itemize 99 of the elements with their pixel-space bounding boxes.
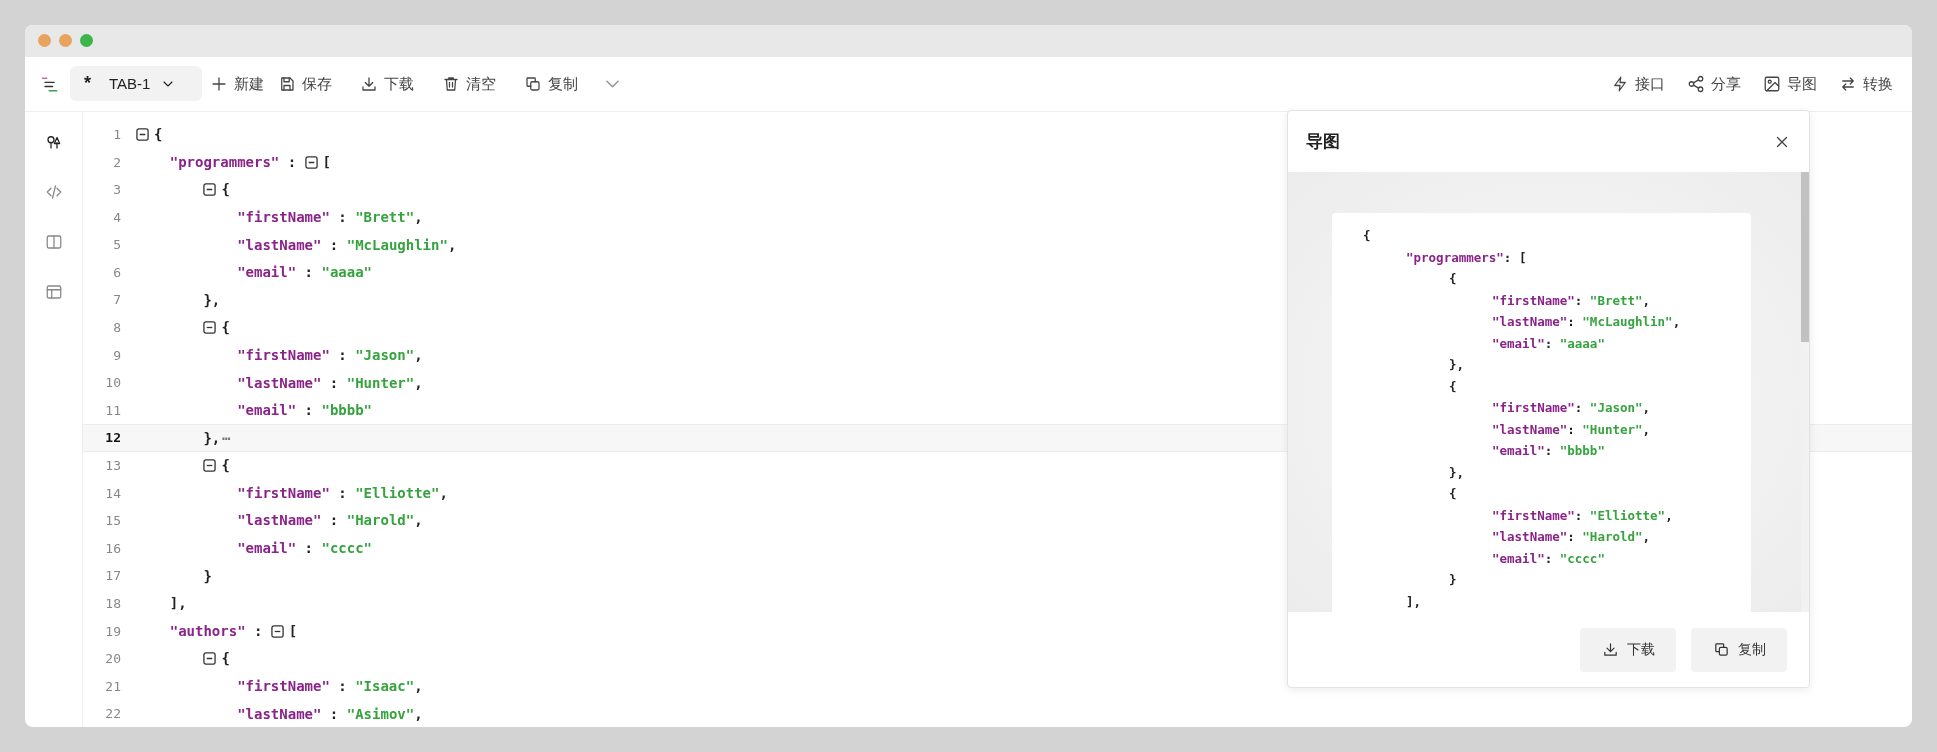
toolbar-button[interactable]: 新建 <box>206 66 274 101</box>
code-text: "programmers" : <box>169 152 298 172</box>
image-icon <box>1763 74 1781 93</box>
collapsed-marker[interactable]: ⋯ <box>222 427 231 449</box>
line-number: 6 <box>112 263 121 282</box>
code-text: "email" : "bbbb" <box>237 401 373 421</box>
code-text: { <box>221 456 230 476</box>
code-text: "firstName" : "Jason", <box>237 345 423 365</box>
line-number: 12 <box>104 429 121 448</box>
code-text: "firstName" : "Isaac", <box>237 677 423 697</box>
code-text: "email" : "aaaa" <box>237 263 373 283</box>
code-text: "email" : "cccc" <box>237 539 373 559</box>
code-text: "lastName": "Hunter", <box>1492 421 1651 437</box>
fold-toggle[interactable] <box>270 624 284 638</box>
line-number: 15 <box>104 512 121 531</box>
line-number: 9 <box>112 346 121 365</box>
toolbar-button[interactable]: 下载 <box>356 66 438 101</box>
code-text: { <box>154 125 163 145</box>
code-text: { <box>1449 486 1457 501</box>
code-text: }, <box>1449 464 1465 480</box>
fold-toggle[interactable] <box>203 459 217 473</box>
line-number: 4 <box>112 208 121 227</box>
fold-toggle[interactable] <box>203 321 217 335</box>
code-text: "email": "aaaa" <box>1492 335 1605 351</box>
fold-toggle[interactable] <box>203 652 217 666</box>
code-text: "lastName": "McLaughlin", <box>1492 314 1681 329</box>
save-icon <box>278 74 296 93</box>
code-text: { <box>1449 271 1457 286</box>
scrollbar[interactable] <box>1801 172 1809 612</box>
code-text: ], <box>169 594 187 614</box>
dialog-button[interactable]: 复制 <box>1691 627 1787 672</box>
toolbar-button[interactable]: 转换 <box>1835 66 1897 101</box>
toolbar-button[interactable]: 导图 <box>1759 66 1821 101</box>
code-text: "email": "bbbb" <box>1492 443 1605 458</box>
code-text: } <box>1449 572 1457 587</box>
line-number: 22 <box>104 705 121 724</box>
share-icon <box>1687 74 1705 93</box>
code-text: "firstName": "Brett", <box>1492 292 1651 308</box>
code-text: { <box>1449 378 1457 394</box>
toolbar-button[interactable]: 接口 <box>1607 66 1669 101</box>
caret-icon <box>606 79 619 88</box>
code-text: "lastName": "Harold", <box>1492 529 1651 544</box>
code-text: "email": "cccc" <box>1492 550 1605 566</box>
dialog-button[interactable]: 下载 <box>1580 627 1676 672</box>
toolbar-button[interactable]: 清空 <box>438 66 520 101</box>
fold-toggle[interactable] <box>203 183 217 197</box>
line-number: 11 <box>104 401 121 420</box>
code-text: "lastName" : "Asimov", <box>237 704 423 724</box>
code-text: "lastName" : "Hunter", <box>237 373 423 393</box>
fold-toggle[interactable] <box>136 128 149 142</box>
code-text: "firstName" : "Brett", <box>237 207 423 227</box>
code-text: "firstName": "Elliotte", <box>1492 507 1673 523</box>
trash-icon <box>442 74 460 93</box>
line-number: 13 <box>104 457 121 476</box>
columns-icon <box>44 232 63 251</box>
code-icon <box>44 182 63 201</box>
toolbar-button[interactable]: 分享 <box>1683 66 1745 101</box>
editor-tab[interactable]: * TAB-1 <box>70 66 202 102</box>
line-number: 17 <box>104 567 121 586</box>
code-text: "programmers": [ <box>1406 249 1527 265</box>
code-text: { <box>221 318 230 338</box>
code-text: }, <box>203 428 221 448</box>
dialog-title: 导图 <box>1306 130 1340 153</box>
line-number: 1 <box>112 125 121 144</box>
code-text: ], <box>1406 593 1422 609</box>
table-icon <box>44 282 63 301</box>
code-text: [ <box>322 152 331 172</box>
code-text: { <box>221 180 230 200</box>
fold-toggle[interactable] <box>304 155 318 169</box>
line-number: 19 <box>104 622 121 641</box>
toolbar-button[interactable]: 复制 <box>520 66 602 101</box>
line-number: 18 <box>104 595 121 613</box>
line-number: 20 <box>104 650 121 669</box>
code-text: }, <box>1449 357 1465 372</box>
line-number: 14 <box>104 484 121 503</box>
lightning-icon <box>1611 74 1629 93</box>
download-icon <box>1601 641 1619 658</box>
line-number: 5 <box>112 236 121 255</box>
code-text: [ <box>288 621 298 641</box>
line-number: 21 <box>104 677 121 696</box>
copy-icon <box>1712 641 1730 658</box>
swap-icon <box>1839 74 1857 93</box>
code-text: "lastName" : "Harold", <box>237 511 423 531</box>
line-number: 8 <box>112 319 121 338</box>
code-text: "firstName" : "Elliotte", <box>237 483 448 503</box>
code-text: { <box>221 649 230 669</box>
code-text: { <box>1363 228 1371 243</box>
line-number: 3 <box>112 181 121 200</box>
copy-icon <box>524 74 542 93</box>
code-text: }, <box>203 290 221 310</box>
line-number: 2 <box>112 153 121 172</box>
line-number: 16 <box>104 539 121 558</box>
code-text: "lastName" : "McLaughlin", <box>237 235 457 255</box>
line-number: 7 <box>112 291 121 310</box>
code-text: "firstName": "Jason", <box>1492 400 1651 415</box>
code-text: "authors" : <box>169 621 264 641</box>
code-text: } <box>203 566 212 586</box>
line-number: 10 <box>104 374 121 393</box>
toolbar-button[interactable]: 保存 <box>274 66 356 101</box>
